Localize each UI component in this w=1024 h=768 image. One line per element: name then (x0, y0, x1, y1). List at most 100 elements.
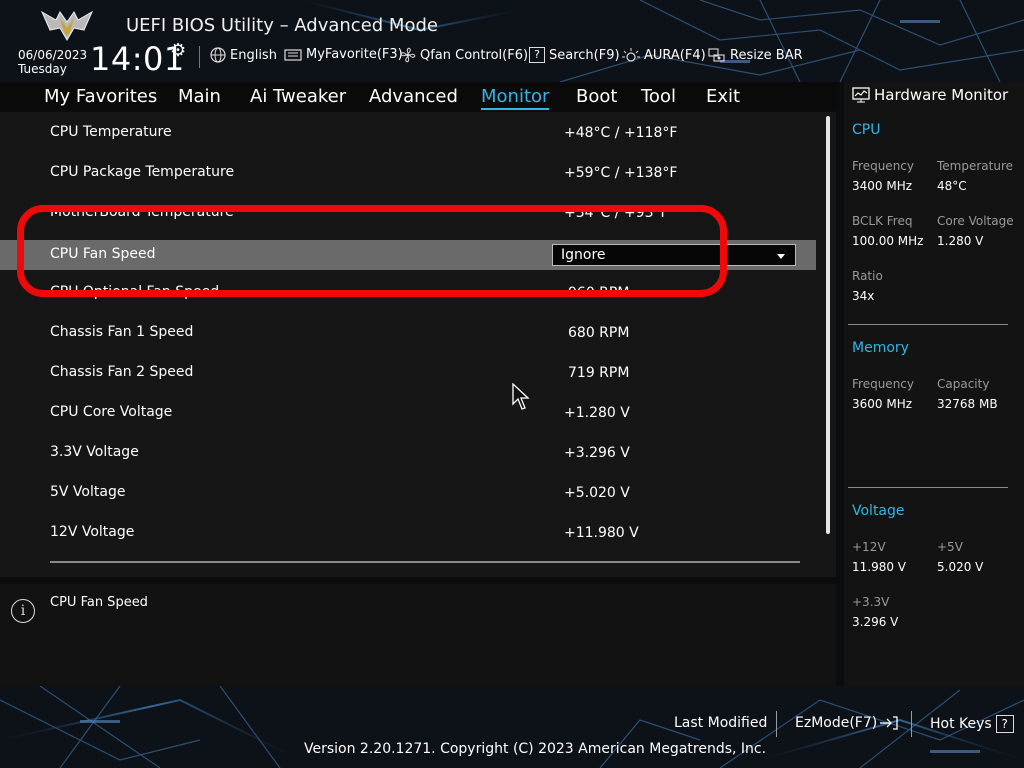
hm-12v-value: 11.980 V (852, 560, 907, 574)
resize-bar-icon (708, 48, 725, 62)
hardware-monitor-title: Hardware Monitor (852, 86, 1008, 104)
hm-bclk-value: 100.00 MHz (852, 234, 924, 248)
search-label: Search(F9) (549, 47, 620, 63)
hm-5v-label: +5V (937, 540, 963, 554)
tuf-logo (40, 10, 94, 41)
tab-boot[interactable]: Boot (576, 86, 617, 107)
monitor-row-5v-voltage[interactable]: 5V Voltage +5.020 V (0, 478, 816, 508)
row-label: CPU Package Temperature (50, 164, 235, 180)
monitor-icon (852, 87, 870, 103)
globe-icon (210, 47, 226, 63)
row-value: +48°C / +118°F (564, 125, 678, 141)
hm-bclk-label: BCLK Freq (852, 214, 913, 228)
day-text: Tuesday (18, 62, 67, 76)
info-icon: i (11, 599, 35, 623)
tab-exit[interactable]: Exit (706, 86, 740, 107)
gear-icon[interactable]: ⚙ (170, 40, 186, 61)
language-label: English (230, 47, 277, 63)
hm-voltage-heading: Voltage (852, 503, 905, 519)
mouse-cursor-icon (512, 383, 530, 410)
hm-12v-label: +12V (852, 540, 886, 554)
row-value: 960 RPM (568, 285, 630, 301)
help-text: CPU Fan Speed (50, 595, 148, 610)
hm-memory-frequency-value: 3600 MHz (852, 397, 913, 411)
date-display: 06/06/2023 Tuesday (18, 48, 87, 76)
divider (50, 561, 800, 563)
row-label: CPU Optional Fan Speed (50, 284, 220, 300)
copyright-text: Version 2.20.1271. Copyright (C) 2023 Am… (304, 741, 767, 757)
monitor-row-cpu-temperature[interactable]: CPU Temperature +48°C / +118°F (0, 118, 816, 148)
monitor-row-chassis-fan-1-speed[interactable]: Chassis Fan 1 Speed 680 RPM (0, 318, 816, 348)
hm-5v-value: 5.020 V (937, 560, 984, 574)
hm-memory-frequency-label: Frequency (852, 377, 914, 391)
scrollbar[interactable] (826, 116, 830, 534)
dropdown-value: Ignore (561, 247, 606, 263)
row-label: CPU Core Voltage (50, 404, 173, 420)
aura-label: AURA(F4) (644, 47, 706, 63)
exit-arrow-icon (880, 716, 898, 730)
row-label: CPU Temperature (50, 124, 172, 140)
aura-icon (622, 48, 640, 62)
hm-memory-capacity-value: 32768 MB (937, 397, 998, 411)
hm-memory-capacity-label: Capacity (937, 377, 990, 391)
hm-cpu-frequency-value: 3400 MHz (852, 179, 913, 193)
monitor-row-chassis-fan-2-speed[interactable]: Chassis Fan 2 Speed 719 RPM (0, 358, 816, 388)
row-value: +3.296 V (564, 445, 630, 461)
monitor-row-cpu-fan-speed[interactable]: CPU Fan Speed Ignore (0, 240, 816, 270)
row-value: +11.980 V (564, 525, 639, 541)
hm-core-voltage-label: Core Voltage (937, 214, 1014, 228)
row-label: Chassis Fan 2 Speed (50, 364, 194, 380)
divider (848, 324, 1008, 325)
monitor-row-12v-voltage[interactable]: 12V Voltage +11.980 V (0, 518, 816, 548)
hardware-monitor-title-text: Hardware Monitor (874, 86, 1009, 104)
tab-ai-tweaker[interactable]: Ai Tweaker (250, 86, 346, 107)
myfavorite-label: MyFavorite(F3) (306, 47, 403, 62)
chevron-down-icon (777, 254, 785, 259)
hm-3-3v-value: 3.296 V (852, 615, 899, 629)
hm-cpu-temperature-label: Temperature (937, 159, 1014, 173)
hot-keys-button[interactable]: Hot Keys ? (930, 715, 1014, 733)
keyboard-icon (284, 48, 302, 61)
hm-3-3v-label: +3.3V (852, 595, 890, 609)
cpu-fan-speed-dropdown[interactable]: Ignore (552, 244, 796, 266)
tab-advanced[interactable]: Advanced (369, 86, 458, 107)
divider (911, 711, 912, 737)
monitor-row-motherboard-temperature[interactable]: MotherBoard Temperature +34°C / +93°F (0, 198, 816, 228)
row-value: +59°C / +138°F (564, 165, 678, 181)
divider (776, 711, 777, 737)
hm-ratio-value: 34x (852, 289, 875, 303)
page-title: UEFI BIOS Utility – Advanced Mode (126, 15, 438, 36)
row-label: 5V Voltage (50, 484, 126, 500)
hm-cpu-heading: CPU (852, 122, 881, 138)
tab-main[interactable]: Main (178, 86, 221, 107)
hm-cpu-frequency-label: Frequency (852, 159, 914, 173)
ezmode-button[interactable]: EzMode(F7) (795, 715, 899, 731)
tab-my-favorites[interactable]: My Favorites (44, 86, 157, 107)
aura-button[interactable]: AURA(F4) (622, 47, 706, 63)
qfan-control-label: Qfan Control(F6) (420, 47, 529, 63)
language-button[interactable]: English (210, 47, 277, 63)
myfavorite-button[interactable]: MyFavorite(F3) (284, 47, 403, 62)
search-button[interactable]: ? Search(F9) (529, 47, 620, 63)
search-icon: ? (529, 47, 545, 63)
row-value: +34°C / +93°F (564, 205, 669, 221)
help-key-icon: ? (995, 715, 1014, 733)
resize-bar-button[interactable]: Resize BAR (708, 47, 803, 63)
monitor-row-3-3v-voltage[interactable]: 3.3V Voltage +3.296 V (0, 438, 816, 468)
last-modified-button[interactable]: Last Modified (674, 715, 767, 731)
tab-monitor[interactable]: Monitor (481, 86, 550, 110)
divider (848, 487, 1008, 488)
monitor-row-cpu-optional-fan-speed[interactable]: CPU Optional Fan Speed 960 RPM (0, 278, 816, 308)
hot-keys-label: Hot Keys (930, 716, 992, 732)
fan-icon (400, 47, 416, 63)
hm-core-voltage-value: 1.280 V (937, 234, 984, 248)
divider (199, 46, 200, 68)
tab-tool[interactable]: Tool (641, 86, 676, 107)
monitor-row-cpu-package-temperature[interactable]: CPU Package Temperature +59°C / +138°F (0, 158, 816, 188)
row-value: 680 RPM (568, 325, 630, 341)
hm-ratio-label: Ratio (852, 269, 883, 283)
monitor-row-cpu-core-voltage[interactable]: CPU Core Voltage +1.280 V (0, 398, 816, 428)
qfan-control-button[interactable]: Qfan Control(F6) (400, 47, 528, 63)
row-value: +5.020 V (564, 485, 630, 501)
row-value: +1.280 V (564, 405, 630, 421)
